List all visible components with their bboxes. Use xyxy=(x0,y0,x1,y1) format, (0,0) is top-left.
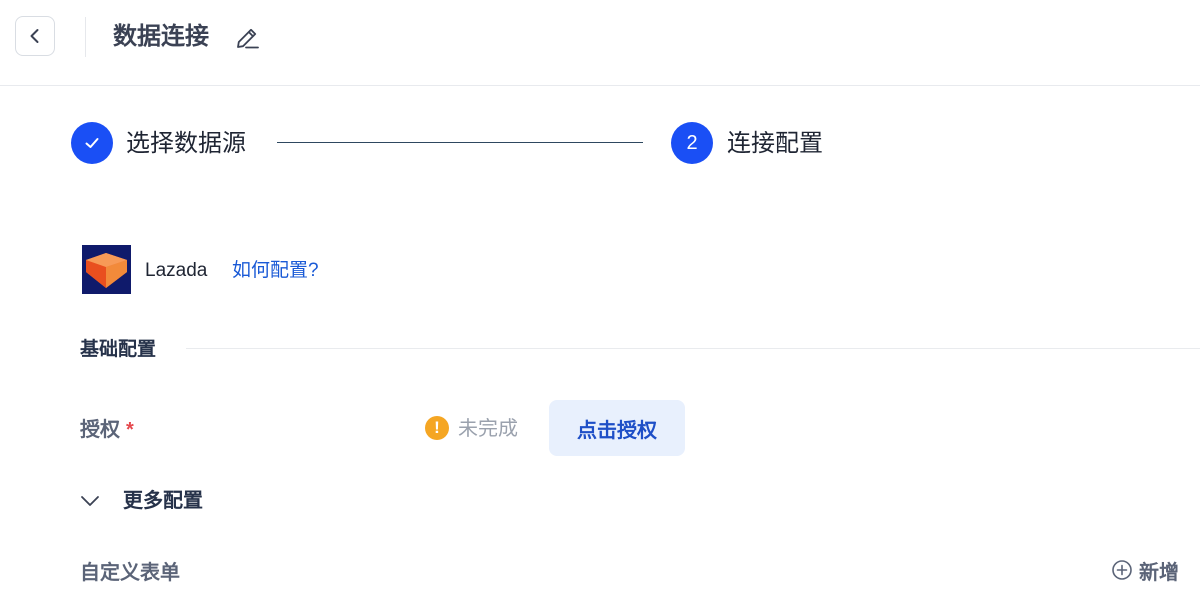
step-1-label: 选择数据源 xyxy=(126,130,246,157)
pencil-edit-icon[interactable] xyxy=(233,24,261,52)
step-2-number: 2 xyxy=(686,131,698,154)
custom-form-label: 自定义表单 xyxy=(80,562,180,584)
add-button[interactable]: 新增 xyxy=(1111,556,1179,584)
page-title: 数据连接 xyxy=(113,23,209,50)
warning-exclamation-icon: ! xyxy=(425,416,449,440)
lazada-logo-icon xyxy=(82,245,131,294)
how-to-configure-link[interactable]: 如何配置? xyxy=(232,259,319,283)
basic-config-title: 基础配置 xyxy=(80,339,157,360)
plus-circle-icon xyxy=(1112,560,1132,580)
step-1-indicator xyxy=(71,122,113,164)
source-name: Lazada xyxy=(145,260,208,281)
required-mark: * xyxy=(126,419,134,441)
add-button-label: 新增 xyxy=(1139,561,1179,584)
step-connector xyxy=(277,142,643,143)
header-bar: 数据连接 xyxy=(0,0,1200,86)
auth-status-text: 未完成 xyxy=(458,418,518,440)
section-divider xyxy=(186,348,1200,349)
more-config-label[interactable]: 更多配置 xyxy=(123,488,203,514)
step-2-indicator: 2 xyxy=(671,122,713,164)
more-config-toggle[interactable] xyxy=(80,488,100,514)
chevron-down-icon xyxy=(81,496,99,506)
check-icon xyxy=(85,138,99,148)
back-button[interactable] xyxy=(15,16,55,56)
header-divider xyxy=(85,17,86,57)
authorize-button[interactable]: 点击授权 xyxy=(549,400,685,456)
step-2-label: 连接配置 xyxy=(727,130,823,157)
auth-label-text: 授权 xyxy=(80,419,120,441)
auth-field-label: 授权 * xyxy=(80,417,134,443)
chevron-left-icon xyxy=(30,29,39,43)
